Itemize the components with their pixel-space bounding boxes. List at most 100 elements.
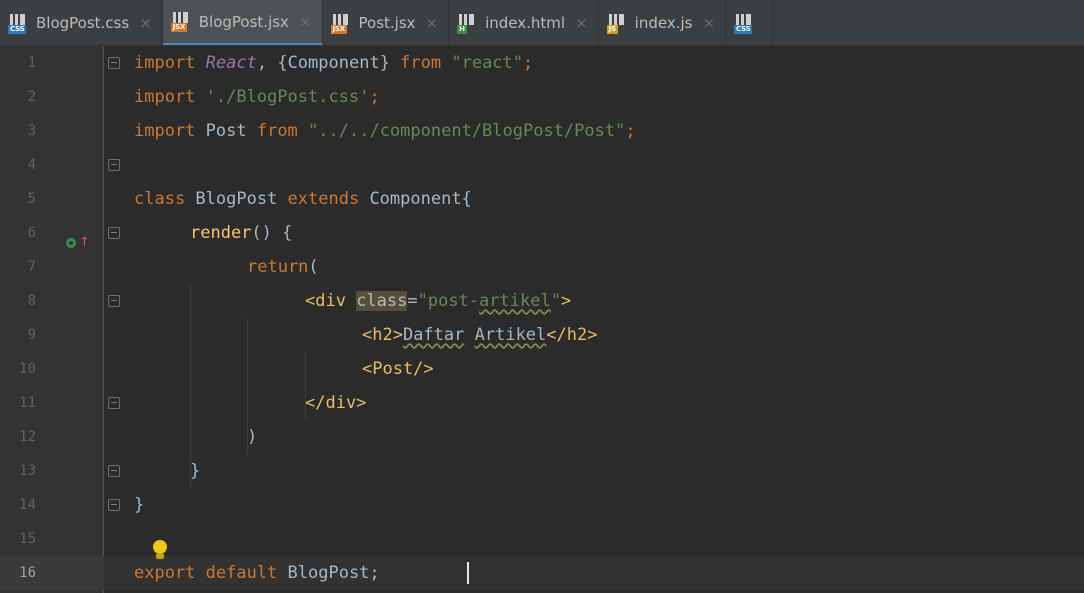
close-icon[interactable]: × xyxy=(702,14,715,32)
jsx-file-icon: JSX xyxy=(330,13,352,34)
semicolon: ; xyxy=(369,87,380,107)
line-number: 6 xyxy=(27,225,36,241)
code-text: () { xyxy=(251,223,293,243)
keyword: class xyxy=(134,189,186,209)
close-icon[interactable]: × xyxy=(426,14,439,32)
jsx-tag: <div xyxy=(305,291,357,311)
jsx-tag: </h2> xyxy=(546,325,598,345)
editor-tab-bar: CSS BlogPost.css × JSX BlogPost.jsx × JSX Post.… xyxy=(0,0,1084,46)
code-line-11[interactable]: </div> xyxy=(305,386,366,420)
tab-post-jsx[interactable]: JSX Post.jsx × xyxy=(323,0,450,45)
tab-label: Post.jsx xyxy=(358,14,416,32)
typo-word: Daftar xyxy=(402,325,465,345)
code-text: ) xyxy=(247,427,258,447)
code-line-3[interactable]: import Post from "../../component/BlogPo… xyxy=(134,114,636,148)
tab-label: index.js xyxy=(634,14,693,32)
string-literal: './BlogPost.css' xyxy=(205,87,370,107)
keyword: import xyxy=(134,87,196,107)
code-line-10[interactable]: <Post/> xyxy=(362,352,434,386)
line-number: 16 xyxy=(19,565,36,581)
class-reference: React xyxy=(205,53,257,73)
tab-label: BlogPost.jsx xyxy=(198,12,289,31)
code-line-13[interactable]: } xyxy=(190,454,200,488)
code-line-5[interactable]: class BlogPost extends Component{ xyxy=(134,182,472,216)
close-icon[interactable]: × xyxy=(139,14,152,32)
line-number: 1 xyxy=(27,55,36,71)
keyword: import xyxy=(134,53,196,73)
line-number: 5 xyxy=(27,191,36,207)
code-text: } xyxy=(190,461,201,481)
code-line-2[interactable]: import './BlogPost.css'; xyxy=(134,80,380,114)
tab-blogpost-jsx[interactable]: JSX BlogPost.jsx × xyxy=(162,0,323,45)
jsx-file-icon: JSX xyxy=(170,11,192,32)
tab-label: BlogPost.css xyxy=(36,14,130,32)
css-file-icon: CSS xyxy=(734,13,755,34)
tab-blogpost-css[interactable]: CSS BlogPost.css × xyxy=(0,0,163,45)
line-number: 14 xyxy=(19,497,36,513)
keyword: import xyxy=(134,121,196,141)
string-literal: " xyxy=(550,291,561,311)
line-number: 15 xyxy=(19,531,36,547)
fold-marker-icon[interactable] xyxy=(108,159,120,171)
line-number: 8 xyxy=(27,293,36,309)
close-icon[interactable]: × xyxy=(575,14,588,32)
close-icon[interactable]: × xyxy=(299,13,312,31)
fold-marker-icon[interactable] xyxy=(108,499,120,511)
string-literal: "../../component/BlogPost/Post" xyxy=(308,121,626,141)
code-text: BlogPost; xyxy=(277,563,380,583)
line-number: 4 xyxy=(27,157,36,173)
typo-word: artikel xyxy=(479,291,551,311)
fold-marker-icon[interactable] xyxy=(108,227,120,239)
js-file-icon: JS xyxy=(606,13,628,34)
code-line-1[interactable]: import React, {Component} from "react"; xyxy=(134,46,533,80)
implements-override-icon[interactable]: ↑ xyxy=(62,236,92,250)
jsx-attribute: class xyxy=(356,291,408,311)
line-number: 13 xyxy=(19,463,36,479)
code-text: , {Component} xyxy=(256,53,401,73)
jsx-tag: </div> xyxy=(305,393,367,413)
tab-overflow[interactable]: CSS xyxy=(726,0,774,45)
typo-word: Artikel xyxy=(474,325,547,345)
code-line-14[interactable]: } xyxy=(134,488,144,522)
tab-label: index.html xyxy=(485,14,566,32)
fold-marker-icon[interactable] xyxy=(108,465,120,477)
line-number: 11 xyxy=(19,395,36,411)
keyword: extends xyxy=(287,189,360,209)
code-line-12[interactable]: ) xyxy=(247,420,257,454)
fold-marker-icon[interactable] xyxy=(108,295,120,307)
string-literal: "react" xyxy=(451,53,524,73)
code-text: } xyxy=(134,495,145,515)
line-number: 7 xyxy=(27,259,36,275)
keyword: from xyxy=(256,121,298,141)
fold-marker-icon[interactable] xyxy=(108,397,120,409)
code-line-6[interactable]: render() { xyxy=(190,216,292,250)
code-line-16[interactable]: export default BlogPost; xyxy=(134,556,380,590)
keyword: export default xyxy=(134,563,278,583)
jsx-tag: <Post/> xyxy=(362,359,434,379)
line-number: 10 xyxy=(19,361,36,377)
code-line-9[interactable]: <h2>Daftar Artikel</h2> xyxy=(362,318,597,352)
html-file-icon: H xyxy=(457,13,478,34)
code-line-7[interactable]: return( xyxy=(247,250,319,284)
semicolon: ; xyxy=(625,121,636,141)
keyword: return xyxy=(247,257,309,277)
method-name: render xyxy=(190,223,252,243)
tab-index-js[interactable]: JS index.js × xyxy=(599,0,727,45)
line-number: 2 xyxy=(27,89,36,105)
code-text: ( xyxy=(308,257,319,277)
semicolon: ; xyxy=(523,53,534,73)
tab-index-html[interactable]: Hindex.html × xyxy=(449,0,599,45)
code-line-8[interactable]: <div class="post-artikel"> xyxy=(305,284,571,318)
code-editor[interactable]: 1 2 3 4 5 6 7 8 9 10 11 12 13 14 15 16 ↑ import React, … xyxy=(0,46,1084,593)
jsx-tag: > xyxy=(560,291,572,311)
keyword: from xyxy=(400,53,442,73)
code-text: = xyxy=(407,291,418,311)
fold-marker-icon[interactable] xyxy=(108,57,120,69)
line-number: 12 xyxy=(19,429,36,445)
css-file-icon: CSS xyxy=(8,13,29,34)
string-literal: "post- xyxy=(417,291,480,311)
jsx-tag: <h2> xyxy=(362,325,403,345)
line-number: 3 xyxy=(27,123,36,139)
code-text: Component{ xyxy=(359,189,472,209)
